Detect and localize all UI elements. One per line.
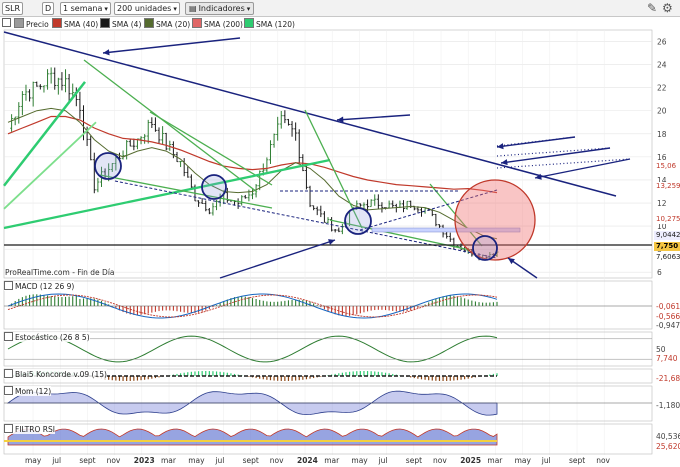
checkbox-icon [4,386,13,395]
arrow-proj-2-head [501,159,508,166]
x-tick-label: 2024 [297,456,318,465]
x-tick-label: nov [106,456,121,465]
x-tick-label: may [188,456,205,465]
arrow-bottom-right-head [508,258,515,265]
x-tick-label: jul [215,456,225,465]
sma-200-line [3,121,97,210]
sma-40-line [7,115,498,194]
checkbox-icon [4,369,13,378]
y-tick-label: 16 [657,153,667,162]
price-tag: 10,275 [654,215,680,224]
checkbox-icon [4,332,13,341]
price-tag: 15,06 [654,162,679,171]
arrow-proj-3 [534,158,631,179]
y-tick-label: 6 [657,268,662,277]
x-tick-label: 2023 [133,456,155,465]
koncorde-value: -21,68 [656,374,680,383]
macd-title: MACD (12 26 9) [4,281,75,291]
arrow-proj-2 [500,147,611,164]
macd-value-3: -0,947 [656,321,680,330]
x-tick-label: jul [378,456,388,465]
x-tick-label: nov [596,456,610,465]
macd-value-1: -0,061 [656,302,680,311]
price-tag: 13,259 [654,182,680,191]
price-tag: 9,0442 [654,231,680,240]
pivot-circle [344,207,372,235]
filtro-value-2: 25,620 [656,442,680,451]
x-tick-label: mar [161,456,176,465]
x-tick-label: may [351,456,368,465]
x-tick-label: sept [405,456,423,465]
stoch-value-1: 50 [656,345,666,354]
arrow-mid [336,114,411,121]
x-tick-label: mar [487,456,503,465]
filtro-title: FILTRO RSI [4,424,55,434]
y-tick-label: 22 [657,84,667,93]
checkbox-icon [4,281,13,290]
source-label: ProRealTime.com - Fin de Día [5,268,115,277]
green-trendline-2 [149,111,273,186]
filtro-title-text: FILTRO RSI [15,425,55,434]
y-tick-label: 20 [657,107,667,116]
pivot-circle [94,152,122,180]
arrow-bottom-head [328,239,335,245]
green-support-line [3,158,331,230]
pivot-circle [201,174,227,200]
stoch-title: Estocástico (26 8 5) [4,332,90,342]
x-tick-label: may [25,456,42,465]
y-tick-label: 26 [657,38,667,47]
x-tick-label: nov [269,456,284,465]
koncorde-title-text: Blai5 Koncorde v.09 (15) [15,370,107,379]
price-tag: 7,750 [654,242,680,251]
y-tick-label: 24 [657,61,667,70]
price-tag: 7,6063 [654,253,680,262]
checkbox-icon [4,424,13,433]
mom-title-text: Mom (12) [15,387,52,396]
x-tick-label: jul [52,456,62,465]
x-tick-label: jul [541,456,551,465]
x-tick-label: mar [324,456,340,465]
dotted-projection-line [496,147,611,157]
mom-value: -1,180 [656,401,680,410]
filtro-value-1: 40,536 [656,432,680,441]
x-tick-label: sept [569,456,586,465]
stoch-title-text: Estocástico (26 8 5) [15,333,90,342]
mom-title: Mom (12) [4,386,52,396]
macd-value-2: -0,566 [656,312,680,321]
arrow-proj-1 [496,136,576,148]
x-tick-label: sept [242,456,259,465]
x-tick-label: sept [79,456,96,465]
x-tick-label: nov [433,456,447,465]
filtro-rsi-area [7,428,498,446]
y-tick-label: 18 [657,130,667,139]
x-tick-label: 2025 [460,456,482,465]
stoch-value-2: 7,740 [656,354,678,363]
x-tick-label: may [514,456,531,465]
pivot-circle [472,235,498,261]
koncorde-title: Blai5 Koncorde v.09 (15) [4,369,107,379]
price-chart[interactable]: 68101214161820222426 [0,0,680,467]
macd-title-text: MACD (12 26 9) [15,282,75,291]
arrow-top [102,37,241,54]
y-tick-label: 12 [657,199,667,208]
